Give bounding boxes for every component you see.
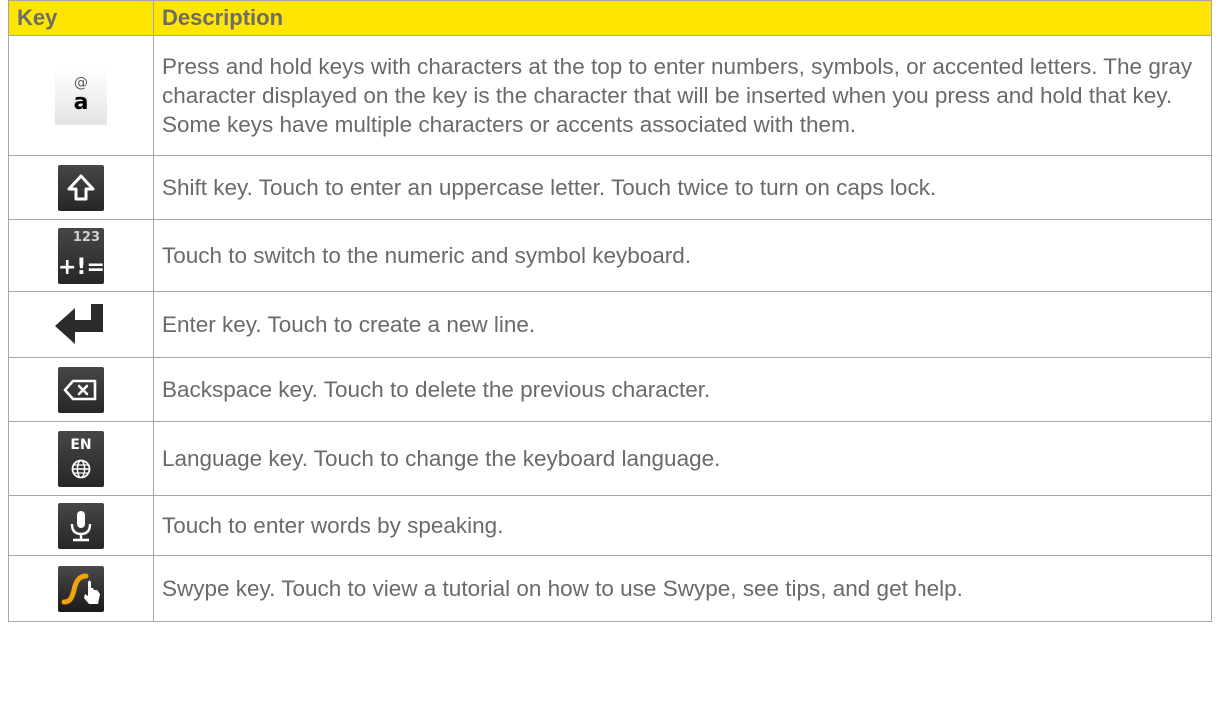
key-main-char: a bbox=[73, 89, 89, 115]
backspace-key-icon bbox=[58, 366, 104, 413]
table-row: @ a Press and hold keys with characters … bbox=[8, 35, 1212, 156]
enter-key-icon bbox=[53, 302, 109, 348]
header-description: Description bbox=[153, 0, 1212, 36]
key-cell: EN bbox=[8, 421, 154, 496]
at-symbol-key-icon: @ a bbox=[55, 66, 107, 125]
description-cell: Backspace key. Touch to delete the previ… bbox=[153, 357, 1212, 422]
key-cell bbox=[8, 155, 154, 220]
swype-key-icon bbox=[58, 565, 104, 612]
table-row: Backspace key. Touch to delete the previ… bbox=[8, 357, 1212, 422]
description-cell: Touch to enter words by speaking. bbox=[153, 495, 1212, 556]
shift-key-icon bbox=[58, 164, 104, 211]
description-cell: Touch to switch to the numeric and symbo… bbox=[153, 219, 1212, 292]
key-cell bbox=[8, 555, 154, 622]
description-cell: Swype key. Touch to view a tutorial on h… bbox=[153, 555, 1212, 622]
keyboard-keys-table: Key Description @ a Press and hold keys … bbox=[8, 0, 1212, 622]
table-row: Touch to enter words by speaking. bbox=[8, 495, 1212, 556]
key-cell bbox=[8, 495, 154, 556]
table-row: 123 +!= Touch to switch to the numeric a… bbox=[8, 219, 1212, 292]
table-row: Enter key. Touch to create a new line. bbox=[8, 291, 1212, 358]
table-row: Shift key. Touch to enter an uppercase l… bbox=[8, 155, 1212, 220]
key-top-char: @ bbox=[74, 74, 88, 91]
description-cell: Shift key. Touch to enter an uppercase l… bbox=[153, 155, 1212, 220]
description-cell: Language key. Touch to change the keyboa… bbox=[153, 421, 1212, 496]
key-top-char: 123 bbox=[72, 229, 100, 245]
key-cell bbox=[8, 291, 154, 358]
header-key: Key bbox=[8, 0, 154, 36]
language-key-icon: EN bbox=[58, 430, 104, 487]
table-row: EN Language key. Touch to change the key… bbox=[8, 421, 1212, 496]
key-cell: @ a bbox=[8, 35, 154, 156]
globe-icon bbox=[71, 459, 91, 478]
table-row: Swype key. Touch to view a tutorial on h… bbox=[8, 555, 1212, 622]
key-cell: 123 +!= bbox=[8, 219, 154, 292]
numeric-symbol-key-icon: 123 +!= bbox=[58, 227, 105, 284]
microphone-key-icon bbox=[58, 502, 104, 549]
description-cell: Enter key. Touch to create a new line. bbox=[153, 291, 1212, 358]
description-cell: Press and hold keys with characters at t… bbox=[153, 35, 1212, 156]
table-header-row: Key Description bbox=[8, 0, 1212, 36]
key-main-char: +!= bbox=[58, 254, 105, 280]
key-cell bbox=[8, 357, 154, 422]
